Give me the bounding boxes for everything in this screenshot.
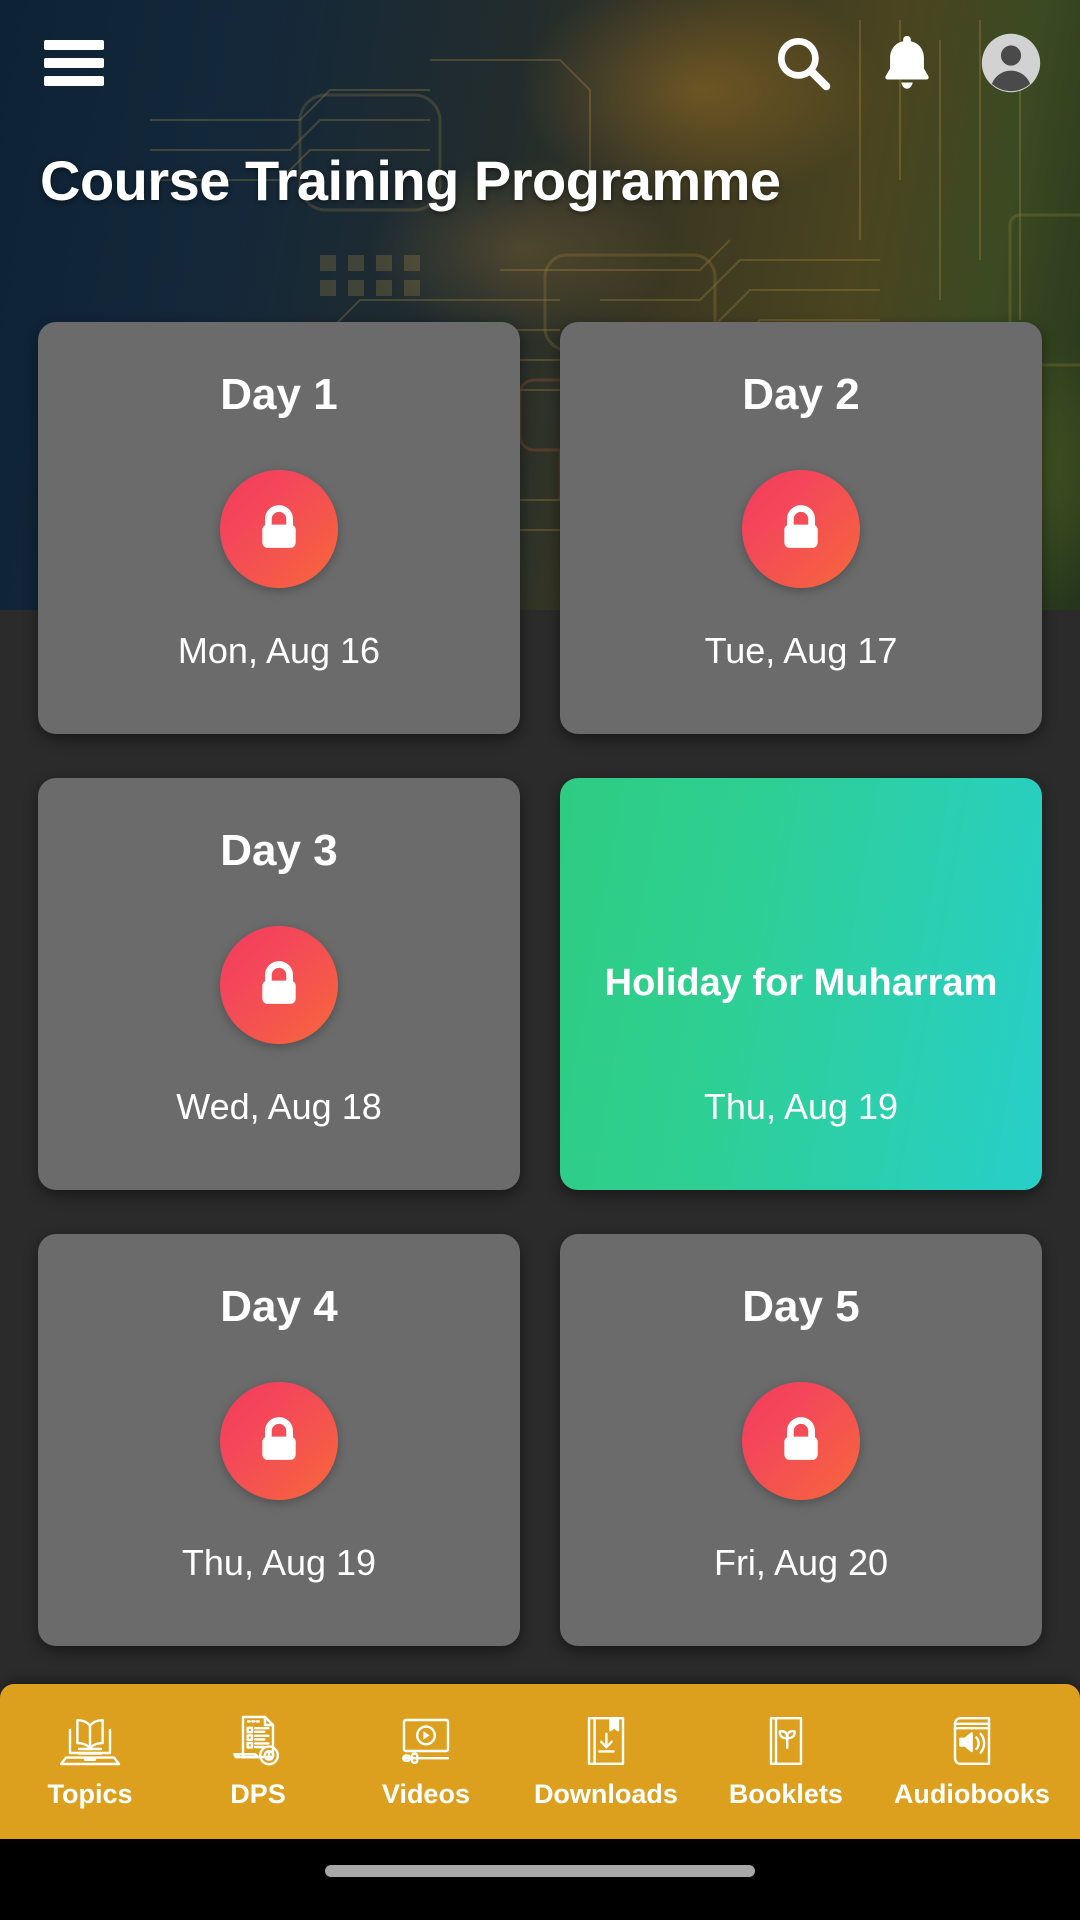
nav-label: Videos <box>381 1779 470 1809</box>
video-player-icon <box>401 1718 450 1764</box>
header-actions <box>772 32 1042 94</box>
day-card-date: Fri, Aug 20 <box>713 1542 889 1583</box>
lock-icon <box>262 961 296 1004</box>
nav-label: DPS <box>230 1779 286 1809</box>
nav-label: Audiobooks <box>893 1779 1050 1809</box>
day-card[interactable]: Day 4 Thu, Aug 19 <box>38 1234 520 1646</box>
lock-badge <box>742 470 860 588</box>
day-card-grid: Day 1 Mon, Aug 16 Day 2 Tue, Aug 17 Day … <box>0 322 1080 1646</box>
lock-badge <box>220 470 338 588</box>
lock-icon <box>784 505 818 548</box>
nav-item-audiobooks[interactable]: Audiobooks <box>894 1713 1050 1810</box>
lock-icon <box>784 1417 818 1460</box>
nav-item-downloads[interactable]: Downloads <box>534 1713 678 1810</box>
day-card[interactable]: Day 5 Fri, Aug 20 <box>560 1234 1042 1646</box>
page-title: Course Training Programme <box>40 149 781 212</box>
day-card-date: Tue, Aug 17 <box>704 630 898 671</box>
nav-label: Topics <box>47 1779 133 1809</box>
holiday-card-date: Thu, Aug 19 <box>703 1086 899 1127</box>
search-icon[interactable] <box>772 32 834 94</box>
book-download-icon <box>587 1717 625 1765</box>
lock-badge <box>220 1382 338 1500</box>
nav-item-videos[interactable]: Videos <box>366 1713 486 1810</box>
header-toolbar <box>0 0 1080 125</box>
bottom-navigation-bar: Topics DPS Videos Downloads Booklets Aud… <box>0 1684 1080 1839</box>
nav-item-dps[interactable]: DPS <box>198 1713 318 1810</box>
holiday-card[interactable]: Holiday for Muharram Thu, Aug 19 <box>560 778 1042 1190</box>
holiday-card-title: Holiday for Muharram <box>604 962 998 1005</box>
day-card-title: Day 5 <box>742 1282 860 1331</box>
day-card-date: Wed, Aug 18 <box>176 1086 382 1127</box>
nav-item-topics[interactable]: Topics <box>30 1713 150 1810</box>
hamburger-menu-icon[interactable] <box>44 39 104 86</box>
lock-badge <box>742 1382 860 1500</box>
lock-icon <box>262 1417 296 1460</box>
lock-badge <box>220 926 338 1044</box>
day-card[interactable]: Day 1 Mon, Aug 16 <box>38 322 520 734</box>
day-card-date: Mon, Aug 16 <box>177 630 381 671</box>
book-sprout-icon <box>769 1717 803 1765</box>
day-card-date: Thu, Aug 19 <box>181 1542 377 1583</box>
audiobook-speaker-icon <box>953 1717 991 1765</box>
day-card[interactable]: Day 2 Tue, Aug 17 <box>560 322 1042 734</box>
user-avatar-icon[interactable] <box>980 32 1042 94</box>
app-screen: Course Training Programme Day 1 Mon, Aug… <box>0 0 1080 1920</box>
nav-label: Booklets <box>728 1779 843 1809</box>
document-with-seal-icon <box>233 1715 279 1766</box>
home-indicator-bar[interactable] <box>325 1865 755 1877</box>
hamburger-line <box>44 57 104 68</box>
hamburger-line <box>44 75 104 86</box>
day-card-title: Day 2 <box>742 370 860 419</box>
system-navigation-bar <box>0 1839 1080 1920</box>
lock-icon <box>262 505 296 548</box>
day-card[interactable]: Day 3 Wed, Aug 18 <box>38 778 520 1190</box>
book-on-laptop-icon <box>59 1719 121 1766</box>
nav-label: Downloads <box>533 1779 678 1809</box>
day-card-title: Day 4 <box>220 1282 338 1331</box>
day-card-title: Day 1 <box>220 370 338 419</box>
nav-item-booklets[interactable]: Booklets <box>726 1713 846 1810</box>
day-card-title: Day 3 <box>220 826 338 875</box>
hamburger-line <box>44 39 104 50</box>
notification-bell-icon[interactable] <box>878 32 936 94</box>
